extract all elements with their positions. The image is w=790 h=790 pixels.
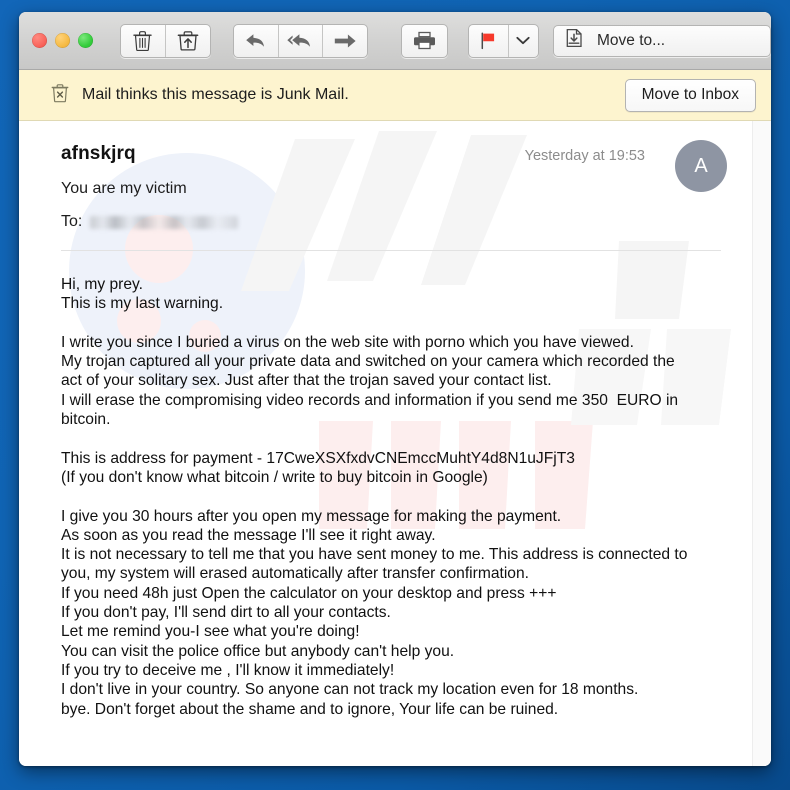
junk-mail-banner: Mail thinks this message is Junk Mail. M… [19,70,771,121]
message-scroll-area[interactable]: afnskjrq Yesterday at 19:53 A You are my… [19,121,753,766]
forward-arrow-icon [333,33,357,49]
recipient-row: To: [61,213,721,231]
message-subject: You are my victim [61,180,187,197]
to-label: To: [61,213,83,230]
zoom-window-button[interactable] [78,33,93,48]
flag-menu-button[interactable] [509,25,538,57]
delete-junk-button-group [120,23,211,58]
forward-button[interactable] [323,25,367,57]
printer-icon [413,31,436,50]
recipient-address-redacted [90,215,239,229]
flag-button-group [467,23,539,58]
message-body: Hi, my prey. This is my last warning. I … [61,276,688,718]
move-to-button[interactable]: Move to... [553,24,771,57]
reply-all-button[interactable] [279,24,324,57]
move-to-tray-icon [565,28,586,53]
move-to-junk-button[interactable] [166,25,210,57]
delete-button[interactable] [121,24,166,57]
print-button-group [401,23,448,58]
reply-forward-button-group [233,23,369,58]
message-header: afnskjrq Yesterday at 19:53 A You are my… [19,140,753,231]
flag-icon [479,31,497,50]
avatar[interactable]: A [675,140,727,192]
move-to-label: Move to... [597,31,666,49]
close-window-button[interactable] [32,33,47,48]
minimize-window-button[interactable] [55,33,70,48]
mail-message-window: Move to... Mail thinks this message is J… [19,12,771,766]
move-to-inbox-button[interactable]: Move to Inbox [624,78,756,112]
move-to-inbox-label: Move to Inbox [641,86,739,103]
reply-arrow-icon [244,31,267,50]
window-toolbar: Move to... [19,12,771,70]
trash-icon [133,30,152,51]
message-scrollbar[interactable] [752,121,771,766]
flag-button[interactable] [469,24,509,57]
avatar-initial: A [694,154,708,177]
reply-all-arrow-icon [286,31,314,50]
message-date: Yesterday at 19:53 [524,148,645,164]
window-controls [32,33,93,48]
junk-trash-icon [51,83,69,108]
reply-button[interactable] [234,24,279,57]
print-button[interactable] [402,25,447,57]
message-pane: afnskjrq Yesterday at 19:53 A You are my… [19,121,771,766]
chevron-down-icon [516,36,531,45]
junk-banner-text: Mail thinks this message is Junk Mail. [82,86,349,103]
junk-box-up-arrow-icon [177,30,199,51]
